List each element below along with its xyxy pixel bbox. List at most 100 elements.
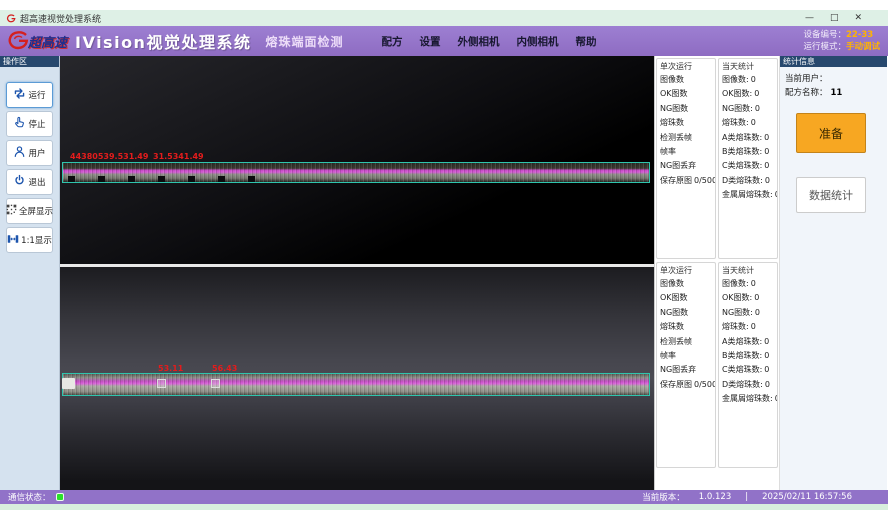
version-label: 当前版本：	[642, 491, 685, 503]
one-to-one-button[interactable]: 1:1显示	[6, 227, 53, 253]
stat-row: 帧率	[657, 145, 715, 159]
camera-view-outer[interactable]: 44380539.531.49 31.5341.49	[60, 56, 654, 264]
run-button[interactable]: 运行	[6, 82, 53, 108]
taskbar-strip	[0, 504, 888, 510]
run-button-label: 运行	[28, 89, 45, 101]
power-icon	[13, 174, 26, 190]
stat-row: NG图数	[657, 306, 715, 320]
exit-button[interactable]: 退出	[6, 169, 53, 195]
today-stats-panel: 当天统计 图像数:0OK图数:0NG图数:0熔珠数:0A类熔珠数:0B类熔珠数:…	[718, 262, 778, 468]
fullscreen-button-label: 全屏显示	[19, 205, 53, 217]
fullscreen-button[interactable]: 全屏显示	[6, 198, 53, 224]
close-button[interactable]: ✕	[854, 10, 862, 26]
camera-views: 44380539.531.49 31.5341.49 53.11 56.43	[60, 56, 655, 490]
stat-row: A类熔珠数:0	[719, 131, 777, 145]
run-mode-value: 手动调试	[846, 42, 880, 52]
operation-buttons: 运行 停止 用户 退出 全屏显示	[0, 82, 59, 253]
stat-row: C类熔珠数:0	[719, 159, 777, 173]
defect-marker	[157, 379, 166, 388]
stats-group-camera1: 单次运行 图像数OK图数NG图数熔珠数检测丢帧帧率NG图丢弃保存原图0/500 …	[656, 58, 778, 259]
today-stats-title: 当天统计	[719, 263, 777, 277]
one-to-one-button-label: 1:1显示	[21, 234, 52, 246]
stat-row: A类熔珠数:0	[719, 335, 777, 349]
statistics-info-title: 统计信息	[780, 56, 887, 67]
stat-row: NG图数:0	[719, 306, 777, 320]
user-button[interactable]: 用户	[6, 140, 53, 166]
stat-row: OK图数:0	[719, 87, 777, 101]
menu-item[interactable]: 外侧相机	[457, 34, 499, 49]
single-run-panel: 单次运行 图像数OK图数NG图数熔珠数检测丢帧帧率NG图丢弃保存原图0/500	[656, 58, 716, 259]
app-header: 超高速 IVision视觉处理系统 熔珠端面检测 配方设置外侧相机内侧相机帮助 …	[0, 26, 888, 56]
camera-view-inner[interactable]: 53.11 56.43	[60, 267, 654, 490]
stat-row: 保存原图0/500	[657, 174, 715, 188]
stat-row: 保存原图0/500	[657, 378, 715, 392]
stat-row: 熔珠数	[657, 116, 715, 130]
today-stats-panel: 当天统计 图像数:0OK图数:0NG图数:0熔珠数:0A类熔珠数:0B类熔珠数:…	[718, 58, 778, 259]
measurement-annotation: 44380539.531.49	[70, 152, 148, 161]
recipe-name-label: 配方名称：	[785, 88, 828, 98]
maximize-button[interactable]: □	[830, 10, 839, 26]
stop-button[interactable]: 停止	[6, 111, 53, 137]
stop-hand-icon	[13, 116, 26, 132]
stat-row: NG图丢弃	[657, 159, 715, 173]
version-value: 1.0.123	[699, 492, 731, 502]
strip-notches	[68, 176, 273, 182]
stat-row: D类熔珠数:0	[719, 174, 777, 188]
window-controls: — □ ✕	[805, 10, 882, 26]
app-window-icon	[6, 9, 16, 28]
one-to-one-icon	[7, 233, 19, 248]
measurement-annotation: 31.5341.49	[153, 152, 204, 161]
run-icon	[13, 87, 26, 103]
device-info: 设备编号：22-33 运行模式：手动调试	[803, 29, 880, 53]
stat-row: 图像数:0	[719, 277, 777, 291]
stat-row: NG图丢弃	[657, 363, 715, 377]
fullscreen-qr-icon	[6, 204, 17, 218]
stat-row: C类熔珠数:0	[719, 363, 777, 377]
window-titlebar: 超高速视觉处理系统 — □ ✕	[0, 10, 888, 26]
stop-button-label: 停止	[28, 118, 45, 130]
today-stats-rows: 图像数:0OK图数:0NG图数:0熔珠数:0A类熔珠数:0B类熔珠数:0C类熔珠…	[719, 277, 777, 407]
desktop: 超高速视觉处理系统 — □ ✕ 超高速 IVision视觉处理系统 熔珠端面检测…	[0, 0, 888, 522]
detection-roi-box	[62, 373, 650, 396]
current-user-label: 当前用户：	[785, 74, 828, 84]
stat-row: 熔珠数	[657, 320, 715, 334]
exit-button-label: 退出	[28, 176, 45, 188]
single-run-title: 单次运行	[657, 263, 715, 277]
today-stats-rows: 图像数:0OK图数:0NG图数:0熔珠数:0A类熔珠数:0B类熔珠数:0C类熔珠…	[719, 73, 777, 203]
main-area: 操作区 运行 停止 用户 退出	[0, 56, 888, 490]
user-icon	[13, 145, 26, 161]
stat-row: 图像数	[657, 277, 715, 291]
strip-bright-end	[62, 378, 75, 389]
stat-row: 图像数:0	[719, 73, 777, 87]
menu-item[interactable]: 配方	[381, 34, 402, 49]
stat-row: 熔珠数:0	[719, 116, 777, 130]
comm-status-label: 通信状态：	[8, 491, 51, 503]
info-rows: 当前用户： 配方名称：11	[780, 67, 887, 100]
menu-item[interactable]: 内侧相机	[516, 34, 558, 49]
menu-item[interactable]: 帮助	[575, 34, 596, 49]
user-button-label: 用户	[28, 147, 45, 159]
stat-row: NG图数	[657, 102, 715, 116]
data-statistics-button[interactable]: 数据统计	[796, 177, 866, 213]
minimize-button[interactable]: —	[805, 10, 814, 26]
single-run-title: 单次运行	[657, 59, 715, 73]
device-number-value: 22-33	[846, 30, 873, 40]
stat-row: B类熔珠数:0	[719, 145, 777, 159]
stat-row: OK图数	[657, 87, 715, 101]
stat-row: 帧率	[657, 349, 715, 363]
status-bar: 通信状态： 当前版本： 1.0.123 | 2025/02/11 16:57:5…	[0, 490, 888, 504]
stat-row: 熔珠数:0	[719, 320, 777, 334]
stat-row: OK图数:0	[719, 291, 777, 305]
menu-item[interactable]: 设置	[419, 34, 440, 49]
prepare-button[interactable]: 准备	[796, 113, 866, 153]
version-info: 当前版本： 1.0.123 | 2025/02/11 16:57:56	[642, 491, 852, 503]
stat-row: 检测丢帧	[657, 131, 715, 145]
comm-status-indicator	[56, 493, 64, 501]
single-run-rows: 图像数OK图数NG图数熔珠数检测丢帧帧率NG图丢弃保存原图0/500	[657, 73, 715, 188]
comm-status: 通信状态：	[8, 491, 64, 503]
stat-row: 图像数	[657, 73, 715, 87]
operation-sidebar: 操作区 运行 停止 用户 退出	[0, 56, 60, 490]
status-separator: |	[745, 492, 748, 502]
stat-row: 金属屑熔珠数:0	[719, 188, 777, 202]
stats-group-camera2: 单次运行 图像数OK图数NG图数熔珠数检测丢帧帧率NG图丢弃保存原图0/500 …	[656, 262, 778, 468]
